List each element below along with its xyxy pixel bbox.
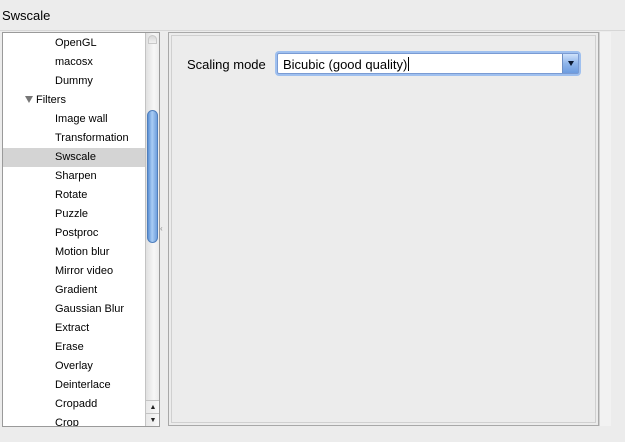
tree-item[interactable]: Cropadd [3, 395, 146, 414]
tree-item-label: Filters [36, 94, 66, 106]
tree-item[interactable]: Gradient [3, 281, 146, 300]
tree-item[interactable]: Dummy [3, 72, 146, 91]
tree-item[interactable]: Extract [3, 319, 146, 338]
disclosure-triangle-icon[interactable] [25, 96, 33, 103]
tree-item-label: Transformation [55, 132, 129, 144]
tree-item[interactable]: Erase [3, 338, 146, 357]
tree-item-label: Erase [55, 341, 84, 353]
tree-item[interactable]: Rotate [3, 186, 146, 205]
scroll-up-icon[interactable]: ▲ [146, 400, 159, 413]
tree-item-label: Mirror video [55, 265, 114, 277]
scaling-mode-value[interactable]: Bicubic (good quality) [283, 57, 410, 72]
title-divider [0, 30, 625, 31]
tree-item[interactable]: Overlay [3, 357, 146, 376]
tree-item[interactable]: OpenGL [3, 34, 146, 53]
tree-item[interactable]: Deinterlace [3, 376, 146, 395]
tree-item[interactable]: Mirror video [3, 262, 146, 281]
window-title: Swscale [2, 8, 51, 23]
settings-panel-inner [171, 35, 596, 423]
tree-item-label: Cropadd [55, 398, 98, 410]
tree-item[interactable]: macosx [3, 53, 146, 72]
tree-item[interactable]: Puzzle [3, 205, 146, 224]
category-tree[interactable]: OpenGL macosx Dummy Filters Image wall Transf… [2, 32, 160, 427]
splitter-handle-icon[interactable]: ‹ [160, 224, 163, 233]
tree-item[interactable]: Postproc [3, 224, 146, 243]
tree-item[interactable]: Transformation [3, 129, 146, 148]
settings-panel [168, 32, 599, 426]
tree-item-label: Deinterlace [55, 379, 111, 391]
tree-item[interactable]: Swscale [3, 148, 146, 167]
scroll-down-icon[interactable]: ▼ [146, 413, 159, 426]
tree-item[interactable]: Motion blur [3, 243, 146, 262]
tree-item-label: Dummy [55, 75, 93, 87]
dropdown-arrow-icon[interactable] [562, 54, 578, 73]
tree-item-label: Gradient [55, 284, 98, 296]
tree-item-label: Image wall [55, 113, 108, 125]
tree-item-label: Sharpen [55, 170, 97, 182]
tree-item-label: Motion blur [55, 246, 110, 258]
scaling-mode-combobox[interactable]: Bicubic (good quality) [277, 53, 579, 74]
tree-item-label: Gaussian Blur [55, 303, 125, 315]
panel-right-edge [599, 32, 611, 426]
tree-item-label: Crop [55, 417, 79, 427]
tree-item[interactable]: Gaussian Blur [3, 300, 146, 319]
tree-item[interactable]: Crop [3, 414, 146, 427]
tree-item-label: OpenGL [55, 37, 97, 49]
scrollbar-top-cap [148, 35, 157, 44]
tree-item[interactable]: Image wall [3, 110, 146, 129]
tree-item-label: Swscale [55, 151, 96, 163]
scaling-mode-label: Scaling mode [187, 57, 266, 72]
tree-item-label: Puzzle [55, 208, 89, 220]
tree-list: OpenGL macosx Dummy Filters Image wall Transf… [3, 33, 146, 427]
tree-item-label: Rotate [55, 189, 88, 201]
text-caret [408, 57, 410, 71]
scrollbar-thumb[interactable] [147, 110, 158, 243]
tree-item-label: Overlay [55, 360, 93, 372]
tree-item-label: Extract [55, 322, 90, 334]
tree-item-label: Postproc [55, 227, 99, 239]
tree-item-label: macosx [55, 56, 93, 68]
tree-scrollbar[interactable]: ▲ ▼ [145, 33, 159, 426]
tree-group[interactable]: Filters [3, 91, 146, 110]
tree-item[interactable]: Sharpen [3, 167, 146, 186]
